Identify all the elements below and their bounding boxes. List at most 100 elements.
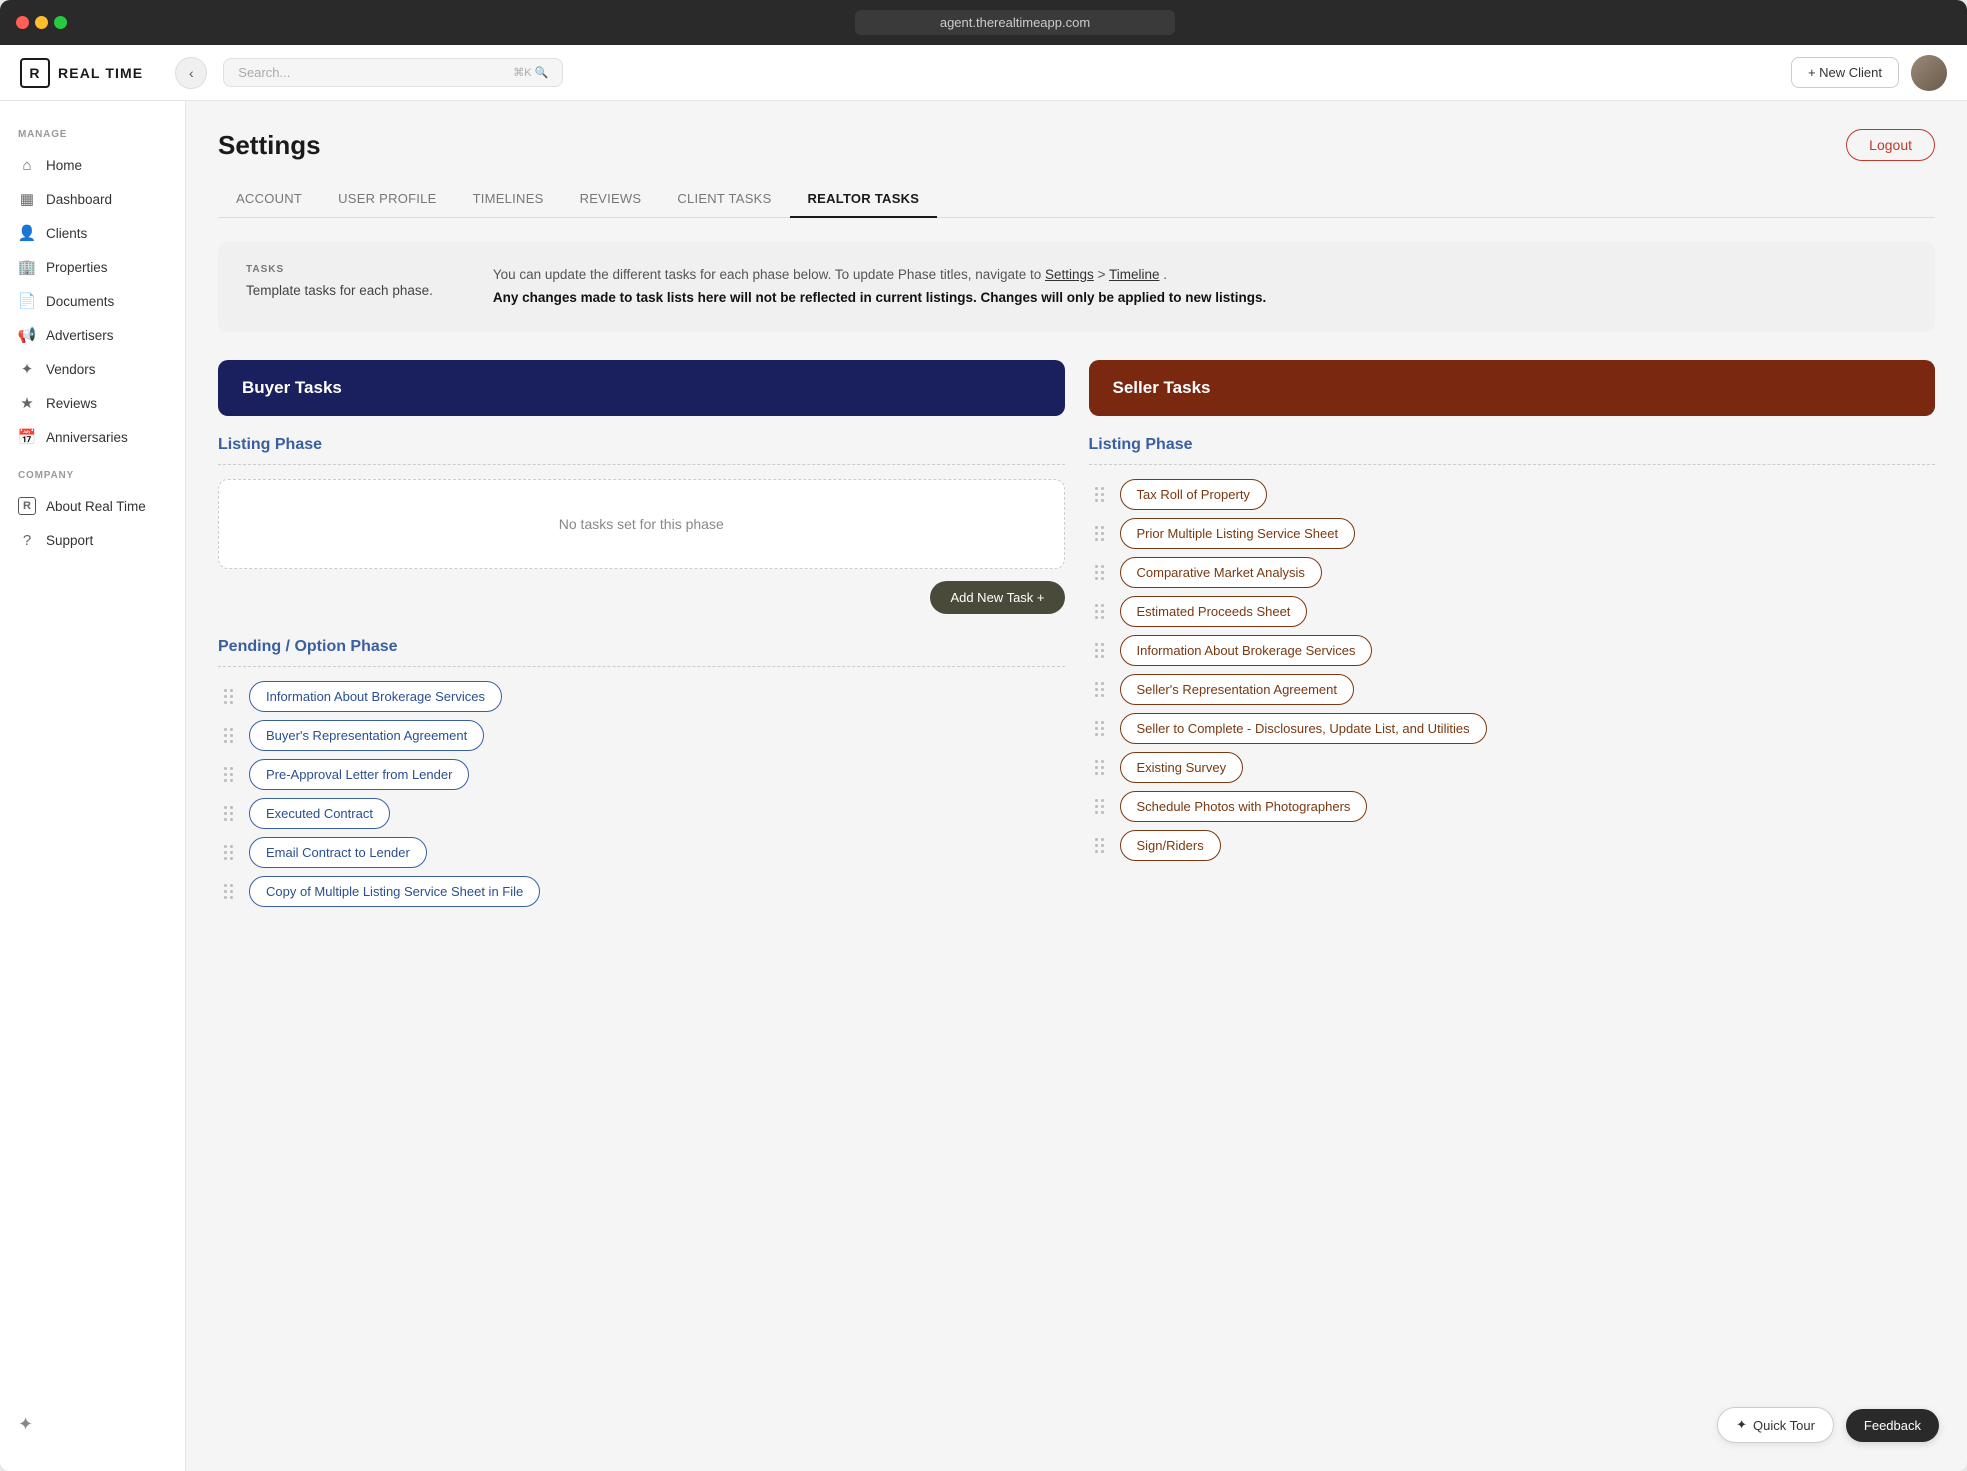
seller-listing-phase: Listing Phase Tax Roll of Property Prior… — [1089, 436, 1936, 861]
page-title: Settings — [218, 130, 321, 161]
drag-handle[interactable] — [218, 685, 239, 708]
phase-divider-pending — [218, 666, 1065, 667]
maximize-dot[interactable] — [54, 16, 67, 29]
timeline-link[interactable]: Timeline — [1109, 267, 1160, 282]
sidebar-item-reviews[interactable]: ★ Reviews — [0, 386, 185, 420]
sidebar-item-label: Advertisers — [46, 328, 114, 343]
task-item: Buyer's Representation Agreement — [218, 720, 1065, 751]
body-layout: MANAGE ⌂ Home ▦ Dashboard 👤 Clients 🏢 — [0, 101, 1967, 1471]
sidebar-item-advertisers[interactable]: 📢 Advertisers — [0, 318, 185, 352]
task-badge: Executed Contract — [249, 798, 390, 829]
tasks-columns: Buyer Tasks Listing Phase No tasks set f… — [218, 360, 1935, 931]
new-client-button[interactable]: + New Client — [1791, 57, 1899, 88]
drag-handle[interactable] — [1089, 639, 1110, 662]
settings-link[interactable]: Settings — [1045, 267, 1094, 282]
search-icon: 🔍 — [535, 66, 549, 79]
drag-handle[interactable] — [1089, 678, 1110, 701]
drag-handle[interactable] — [1089, 834, 1110, 857]
topbar-nav: ‹ — [175, 57, 207, 89]
drag-handle[interactable] — [218, 763, 239, 786]
task-item: Executed Contract — [218, 798, 1065, 829]
sidebar-item-clients[interactable]: 👤 Clients — [0, 216, 185, 250]
tab-account[interactable]: ACCOUNT — [218, 181, 320, 218]
tab-reviews[interactable]: REVIEWS — [562, 181, 660, 218]
buyer-pending-phase-title: Pending / Option Phase — [218, 638, 1065, 656]
drag-handle[interactable] — [1089, 717, 1110, 740]
task-item: Schedule Photos with Photographers — [1089, 791, 1936, 822]
drag-handle[interactable] — [218, 724, 239, 747]
buyer-tasks-header[interactable]: Buyer Tasks — [218, 360, 1065, 416]
search-bar[interactable]: Search... ⌘K 🔍 — [223, 58, 563, 87]
feedback-button[interactable]: Feedback — [1846, 1409, 1939, 1442]
logo-icon: R — [20, 58, 50, 88]
task-badge: Tax Roll of Property — [1120, 479, 1267, 510]
drag-handle[interactable] — [1089, 483, 1110, 506]
sidebar-item-label: Clients — [46, 226, 87, 241]
task-item: Information About Brokerage Services — [218, 681, 1065, 712]
sidebar-item-documents[interactable]: 📄 Documents — [0, 284, 185, 318]
task-badge: Estimated Proceeds Sheet — [1120, 596, 1308, 627]
task-badge: Information About Brokerage Services — [249, 681, 502, 712]
app-window: R REAL TIME ‹ Search... ⌘K 🔍 + New Clien… — [0, 45, 1967, 1471]
drag-handle[interactable] — [218, 802, 239, 825]
seller-phase-divider — [1089, 464, 1936, 465]
vendors-icon: ✦ — [18, 360, 36, 378]
sidebar-item-label: Properties — [46, 260, 108, 275]
sidebar-item-about[interactable]: R About Real Time — [0, 489, 185, 523]
close-dot[interactable] — [16, 16, 29, 29]
sidebar-item-home[interactable]: ⌂ Home — [0, 148, 185, 182]
drag-handle[interactable] — [1089, 522, 1110, 545]
sidebar-bottom: ✦ — [0, 1398, 185, 1451]
task-item: Seller to Complete - Disclosures, Update… — [1089, 713, 1936, 744]
task-badge: Pre-Approval Letter from Lender — [249, 759, 469, 790]
sidebar: MANAGE ⌂ Home ▦ Dashboard 👤 Clients 🏢 — [0, 101, 186, 1471]
tabs: ACCOUNT USER PROFILE TIMELINES REVIEWS C… — [218, 181, 1935, 218]
seller-listing-phase-title: Listing Phase — [1089, 436, 1936, 454]
sidebar-item-label: Documents — [46, 294, 114, 309]
tab-timelines[interactable]: TIMELINES — [455, 181, 562, 218]
sidebar-item-properties[interactable]: 🏢 Properties — [0, 250, 185, 284]
home-icon: ⌂ — [18, 156, 36, 174]
seller-tasks-header[interactable]: Seller Tasks — [1089, 360, 1936, 416]
info-sep: > — [1098, 267, 1109, 282]
quick-tour-icon: ✦ — [1736, 1417, 1747, 1433]
task-item: Seller's Representation Agreement — [1089, 674, 1936, 705]
task-item: Copy of Multiple Listing Service Sheet i… — [218, 876, 1065, 907]
minimize-dot[interactable] — [35, 16, 48, 29]
drag-handle[interactable] — [1089, 756, 1110, 779]
tab-user-profile[interactable]: USER PROFILE — [320, 181, 454, 218]
logo: R REAL TIME — [20, 58, 143, 88]
task-item: Comparative Market Analysis — [1089, 557, 1936, 588]
topbar: R REAL TIME ‹ Search... ⌘K 🔍 + New Clien… — [0, 45, 1967, 101]
drag-handle[interactable] — [1089, 795, 1110, 818]
sidebar-item-vendors[interactable]: ✦ Vendors — [0, 352, 185, 386]
back-button[interactable]: ‹ — [175, 57, 207, 89]
task-badge: Information About Brokerage Services — [1120, 635, 1373, 666]
avatar — [1911, 55, 1947, 91]
drag-handle[interactable] — [1089, 561, 1110, 584]
sidebar-item-anniversaries[interactable]: 📅 Anniversaries — [0, 420, 185, 454]
theme-toggle-icon[interactable]: ✦ — [18, 1414, 167, 1435]
sidebar-item-label: Dashboard — [46, 192, 112, 207]
sidebar-item-support[interactable]: ? Support — [0, 523, 185, 557]
add-new-task-button[interactable]: Add New Task + — [930, 581, 1064, 614]
logo-name: REAL TIME — [58, 65, 143, 81]
drag-handle[interactable] — [1089, 600, 1110, 623]
address-bar[interactable]: agent.therealtimeapp.com — [855, 10, 1175, 35]
drag-handle[interactable] — [218, 841, 239, 864]
logout-button[interactable]: Logout — [1846, 129, 1935, 161]
properties-icon: 🏢 — [18, 258, 36, 276]
floating-bar: ✦ Quick Tour Feedback — [1717, 1407, 1939, 1443]
anniversaries-icon: 📅 — [18, 428, 36, 446]
task-badge: Sign/Riders — [1120, 830, 1221, 861]
sidebar-item-dashboard[interactable]: ▦ Dashboard — [0, 182, 185, 216]
seller-tasks-column: Seller Tasks Listing Phase Tax Roll of P… — [1089, 360, 1936, 931]
tab-client-tasks[interactable]: CLIENT TASKS — [659, 181, 789, 218]
tab-realtor-tasks[interactable]: REALTOR TASKS — [790, 181, 938, 218]
page-title-row: Settings Logout — [218, 129, 1935, 161]
task-badge: Seller to Complete - Disclosures, Update… — [1120, 713, 1487, 744]
drag-handle[interactable] — [218, 880, 239, 903]
quick-tour-button[interactable]: ✦ Quick Tour — [1717, 1407, 1834, 1443]
search-shortcut: ⌘K 🔍 — [513, 66, 548, 79]
dashboard-icon: ▦ — [18, 190, 36, 208]
